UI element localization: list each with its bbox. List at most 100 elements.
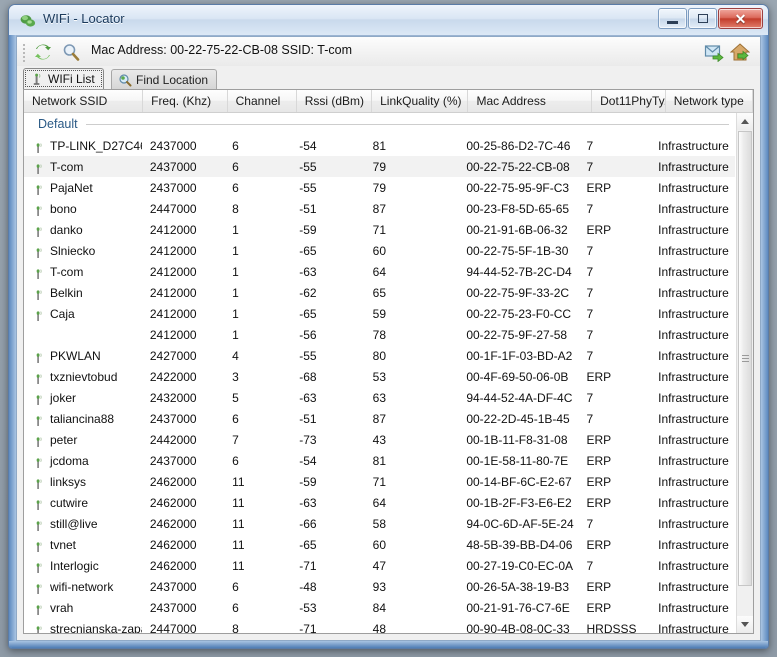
table-row[interactable]: PajaNet 2437000 6 -55 79 00-22-75-95-9F-C3 ERP… <box>24 177 735 198</box>
cell-ssid: jcdoma <box>24 454 142 468</box>
cell-mac: 00-1E-58-11-80-7E <box>466 453 569 468</box>
table-row[interactable]: Interlogic 2462000 11 -71 47 00-27-19-C0-EC-0… <box>24 555 735 576</box>
cell-ssid: vrah <box>24 601 142 615</box>
cell-link: 63 <box>372 390 386 405</box>
cell-rssi: -66 <box>299 516 317 531</box>
refresh-icon[interactable] <box>33 42 53 62</box>
magnifier-icon[interactable] <box>61 42 81 62</box>
cell-type: Infrastructure <box>658 411 729 426</box>
signal-antenna-icon <box>32 183 45 195</box>
scrollbar-grip-icon <box>742 354 749 363</box>
cell-phy: ERP <box>586 453 612 468</box>
minimize-button[interactable] <box>658 8 687 29</box>
table-row[interactable]: T-com 2412000 1 -63 64 94-44-52-7B-2C-D4 7 Infr… <box>24 261 735 282</box>
table-row[interactable]: joker 2432000 5 -63 63 94-44-52-4A-DF-4C 7 Infr… <box>24 387 735 408</box>
table-row[interactable]: strecnianska-zapad 2447000 8 -71 48 00-90-4B-… <box>24 618 735 633</box>
column-header-label: Channel <box>235 94 281 108</box>
cell-ssid: danko <box>24 223 142 237</box>
cell-phy: ERP <box>586 579 612 594</box>
cell-ssid-label: TP-LINK_D27C46 <box>50 138 142 153</box>
cell-mac: 00-1B-2F-F3-E6-E2 <box>466 495 572 510</box>
cell-ssid: Slniecko <box>24 244 142 258</box>
cell-rssi: -59 <box>299 222 317 237</box>
window-border-left <box>9 35 16 648</box>
cell-channel: 8 <box>232 201 239 216</box>
column-header-4[interactable]: LinkQuality (%) <box>372 90 469 112</box>
column-header-6[interactable]: Dot11PhyTy... <box>592 90 666 112</box>
table-row[interactable]: PKWLAN 2427000 4 -55 80 00-1F-1F-03-BD-A2 7 Inf… <box>24 345 735 366</box>
table-row[interactable]: T-com 2437000 6 -55 79 00-22-75-22-CB-08 7 Infr… <box>24 156 735 177</box>
signal-antenna-icon <box>32 561 45 573</box>
home-icon[interactable] <box>729 42 751 62</box>
toolbar-grip[interactable] <box>23 44 26 62</box>
cell-type: Infrastructure <box>658 537 729 552</box>
cell-phy: HRDSSS <box>586 621 637 634</box>
table-row[interactable]: still@live 2462000 11 -66 58 94-0C-6D-AF-5E-2… <box>24 513 735 534</box>
table-row[interactable]: Caja 2412000 1 -65 59 00-22-75-23-F0-CC 7 Infra… <box>24 303 735 324</box>
cell-ssid-label: Caja <box>50 306 75 321</box>
scroll-down-button[interactable] <box>737 616 753 633</box>
cell-link: 48 <box>372 621 386 634</box>
table-row[interactable]: tvnet 2462000 11 -65 60 48-5B-39-BB-D4-06 ERP I… <box>24 534 735 555</box>
table-row[interactable]: Belkin 2412000 1 -62 65 00-22-75-9F-33-2C 7 Inf… <box>24 282 735 303</box>
list-group-header[interactable]: Default <box>24 113 735 135</box>
vertical-scrollbar[interactable] <box>736 113 753 633</box>
column-header-0[interactable]: Network SSID <box>24 90 144 112</box>
mail-export-icon[interactable] <box>704 42 724 63</box>
maximize-button[interactable] <box>688 8 717 29</box>
column-header-label: Network type <box>673 94 744 108</box>
column-header-5[interactable]: Mac Address <box>468 90 593 112</box>
cell-link: 84 <box>372 600 386 615</box>
title-bar[interactable]: WIFi - Locator ✕ <box>9 5 768 36</box>
tab-find-location-label: Find Location <box>136 72 209 87</box>
cell-mac: 00-22-2D-45-1B-45 <box>466 411 570 426</box>
table-row[interactable]: vrah 2437000 6 -53 84 00-21-91-76-C7-6E ERP Inf… <box>24 597 735 618</box>
table-row[interactable]: bono 2447000 8 -51 87 00-23-F8-5D-65-65 7 Infra… <box>24 198 735 219</box>
signal-antenna-icon <box>32 477 45 489</box>
cell-mac: 94-0C-6D-AF-5E-24 <box>466 516 574 531</box>
cell-rssi: -68 <box>299 369 317 384</box>
table-row[interactable]: danko 2412000 1 -59 71 00-21-91-6B-06-32 ERP In… <box>24 219 735 240</box>
cell-freq: 2462000 <box>149 516 197 531</box>
cell-channel: 11 <box>232 516 245 531</box>
close-button[interactable]: ✕ <box>718 8 763 29</box>
toolbar-status-text: Mac Address: 00-22-75-22-CB-08 SSID: T-c… <box>91 43 352 57</box>
table-row[interactable]: 2412000 1 -56 78 00-22-75-9F-27-58 7 Infrastru… <box>24 324 735 345</box>
cell-mac: 00-21-91-6B-06-32 <box>466 222 568 237</box>
cell-channel: 6 <box>232 579 239 594</box>
tab-wifi-list[interactable]: WIFi List <box>23 68 104 89</box>
cell-rssi: -71 <box>299 621 317 634</box>
table-row[interactable]: taliancina88 2437000 6 -51 87 00-22-2D-45-1B-… <box>24 408 735 429</box>
cell-freq: 2427000 <box>149 348 197 363</box>
cell-channel: 6 <box>232 180 239 195</box>
table-row[interactable]: cutwire 2462000 11 -63 64 00-1B-2F-F3-E6-E2 ER… <box>24 492 735 513</box>
cell-channel: 6 <box>232 159 239 174</box>
scroll-up-button[interactable] <box>737 113 753 130</box>
table-row[interactable]: txznievtobud 2422000 3 -68 53 00-4F-69-50-06-… <box>24 366 735 387</box>
column-header-7[interactable]: Network type <box>666 90 753 112</box>
cell-link: 78 <box>372 327 386 342</box>
table-row[interactable]: linksys 2462000 11 -59 71 00-14-BF-6C-E2-67 ER… <box>24 471 735 492</box>
cell-ssid: T-com <box>24 265 142 279</box>
cell-type: Infrastructure <box>658 579 729 594</box>
scrollbar-thumb[interactable] <box>738 131 752 586</box>
signal-antenna-icon <box>32 414 45 426</box>
signal-antenna-icon <box>32 309 45 321</box>
wifi-list-view: Network SSID Freq. (Khz) Channel Rssi (dBm)… <box>23 89 754 634</box>
table-row[interactable]: wifi-network 2437000 6 -48 93 00-26-5A-38-19-… <box>24 576 735 597</box>
table-row[interactable]: Slniecko 2412000 1 -65 60 00-22-75-5F-1B-30 7 I… <box>24 240 735 261</box>
column-header-1[interactable]: Freq. (Khz) <box>143 90 228 112</box>
signal-antenna-icon <box>32 225 45 237</box>
table-row[interactable]: jcdoma 2437000 6 -54 81 00-1E-58-11-80-7E ERP I… <box>24 450 735 471</box>
cell-channel: 6 <box>232 600 239 615</box>
table-row[interactable]: peter 2442000 7 -73 43 00-1B-11-F8-31-08 ERP In… <box>24 429 735 450</box>
column-header-2[interactable]: Channel <box>228 90 297 112</box>
tab-find-location[interactable]: Find Location <box>111 69 218 89</box>
column-header-3[interactable]: Rssi (dBm) <box>297 90 373 112</box>
cell-rssi: -48 <box>299 579 317 594</box>
cell-phy: 7 <box>586 243 594 258</box>
cell-freq: 2447000 <box>149 621 197 634</box>
signal-antenna-icon <box>32 519 45 531</box>
cell-channel: 7 <box>232 432 239 447</box>
table-row[interactable]: TP-LINK_D27C46 2437000 6 -54 81 00-25-86-D2-7… <box>24 135 735 156</box>
